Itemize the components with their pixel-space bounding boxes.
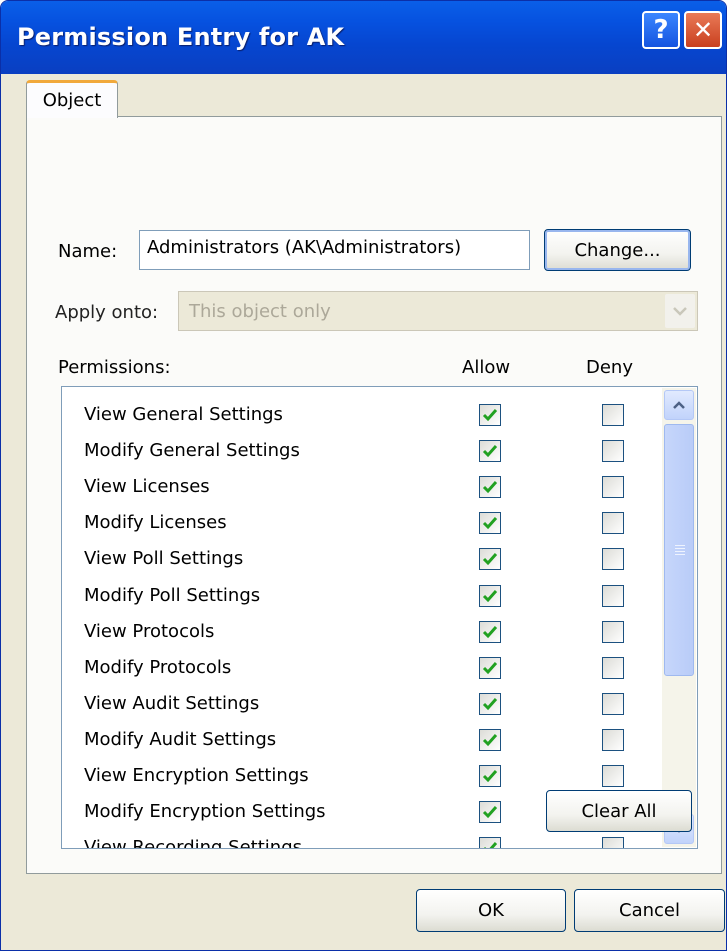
name-field[interactable]: Administrators (AK\Administrators) [139, 230, 530, 270]
permission-row: View Poll Settings [62, 542, 662, 578]
chevron-down-icon[interactable] [665, 294, 695, 328]
allow-checkbox[interactable] [479, 404, 501, 426]
allow-checkbox[interactable] [479, 728, 501, 751]
chevron-up-icon [673, 401, 685, 409]
close-icon: ✕ [692, 16, 714, 44]
permission-label: View Licenses [84, 476, 210, 498]
deny-checkbox[interactable] [602, 656, 624, 679]
permission-label: Modify Protocols [84, 656, 232, 678]
permissions-label: Permissions: [58, 357, 171, 378]
permission-entry-dialog: Permission Entry for AK ? ✕ Object Name:… [0, 0, 727, 951]
allow-checkbox[interactable] [479, 692, 501, 715]
permission-row: Modify Audit Settings [62, 723, 662, 759]
deny-checkbox[interactable] [602, 765, 624, 787]
permission-row: View Licenses [62, 470, 662, 506]
allow-checkbox[interactable] [479, 656, 501, 679]
scroll-up-button[interactable] [664, 390, 694, 420]
allow-checkbox[interactable] [479, 801, 501, 824]
apply-onto-select[interactable]: This object only [178, 291, 698, 331]
allow-checkbox[interactable] [479, 584, 501, 607]
close-button[interactable]: ✕ [684, 11, 722, 49]
tab-object[interactable]: Object [26, 80, 118, 118]
vertical-scrollbar[interactable] [662, 388, 696, 847]
name-label: Name: [58, 241, 118, 262]
allow-checkbox[interactable] [479, 512, 501, 535]
allow-checkbox[interactable] [479, 440, 501, 463]
deny-checkbox[interactable] [602, 512, 624, 535]
apply-onto-label: Apply onto: [55, 302, 159, 323]
permission-label: View Poll Settings [84, 548, 244, 570]
deny-checkbox[interactable] [602, 404, 624, 426]
allow-checkbox[interactable] [479, 548, 501, 571]
apply-onto-value: This object only [189, 301, 331, 322]
window-title: Permission Entry for AK [17, 23, 345, 51]
allow-checkbox[interactable] [479, 837, 501, 848]
permission-label: Modify Audit Settings [84, 728, 277, 750]
change-button[interactable]: Change... [544, 229, 691, 271]
deny-checkbox[interactable] [602, 548, 624, 571]
permission-row: Modify General Settings [62, 434, 662, 470]
deny-checkbox[interactable] [602, 620, 624, 643]
scrollbar-thumb[interactable] [664, 424, 694, 676]
title-bar[interactable]: Permission Entry for AK ? ✕ [1, 1, 726, 74]
permission-row: View Recording Settings [62, 831, 662, 849]
permission-row: View Protocols [62, 615, 662, 651]
deny-column-header: Deny [586, 357, 633, 378]
permission-row: Modify Protocols [62, 651, 662, 687]
permission-label: Modify Encryption Settings [84, 801, 326, 823]
allow-checkbox[interactable] [479, 476, 501, 499]
permission-label: View Audit Settings [84, 692, 260, 714]
permission-row: View Audit Settings [62, 687, 662, 723]
permission-row: View General Settings [62, 398, 662, 434]
allow-checkbox[interactable] [479, 620, 501, 643]
deny-checkbox[interactable] [602, 692, 624, 715]
permission-label: View General Settings [84, 404, 283, 425]
permission-label: Modify Poll Settings [84, 584, 261, 606]
cancel-button[interactable]: Cancel [574, 889, 725, 932]
clear-all-button[interactable]: Clear All [546, 790, 692, 832]
allow-checkbox[interactable] [479, 765, 501, 787]
ok-button[interactable]: OK [416, 889, 566, 932]
permission-label: Modify Licenses [84, 512, 227, 534]
permissions-list[interactable]: View General Settings Modify General Sett… [61, 386, 698, 849]
permission-label: View Encryption Settings [84, 765, 309, 786]
deny-checkbox[interactable] [602, 584, 624, 607]
permission-label: View Recording Settings [84, 837, 303, 849]
permission-label: View Protocols [84, 620, 215, 642]
permission-row: Modify Poll Settings [62, 579, 662, 615]
deny-checkbox[interactable] [602, 440, 624, 463]
deny-checkbox[interactable] [602, 837, 624, 848]
dialog-body: Object Name: Administrators (AK\Administ… [6, 74, 725, 950]
permission-label: Modify General Settings [84, 440, 300, 462]
help-icon: ? [653, 15, 669, 45]
deny-checkbox[interactable] [602, 476, 624, 499]
allow-column-header: Allow [462, 357, 511, 378]
deny-checkbox[interactable] [602, 728, 624, 751]
permission-row: Modify Licenses [62, 506, 662, 542]
help-button[interactable]: ? [642, 11, 680, 49]
